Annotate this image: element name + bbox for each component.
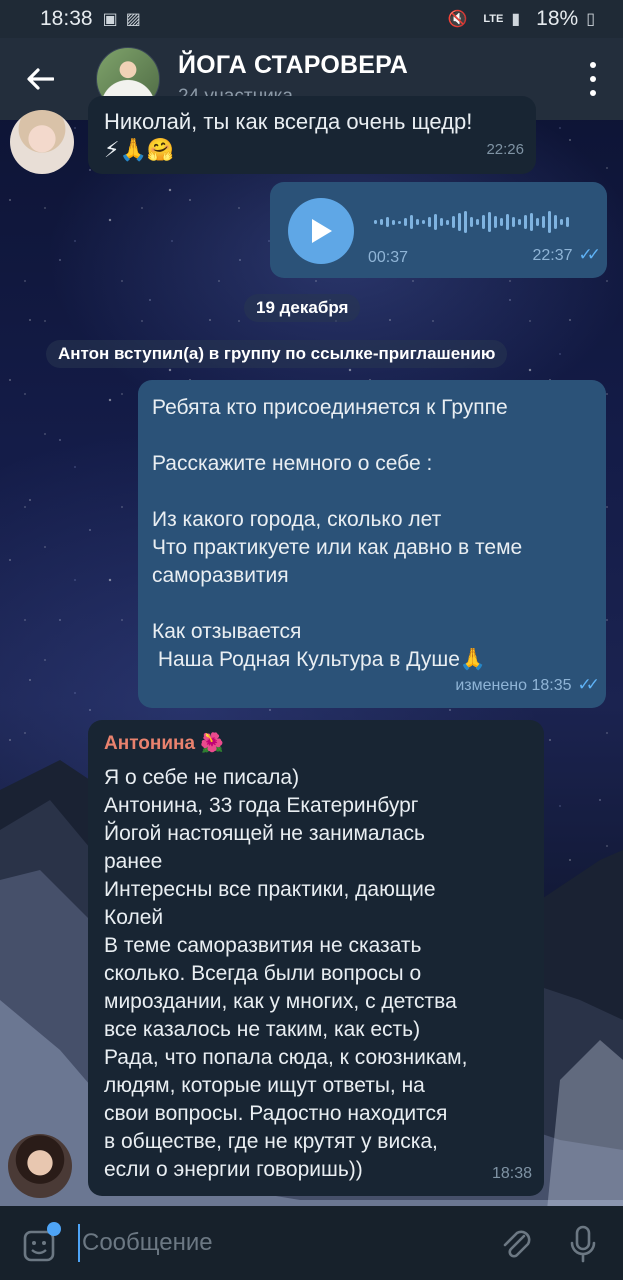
waveform-bar	[392, 219, 395, 225]
waveform-bar	[548, 211, 551, 233]
message-line: ранее	[104, 850, 163, 873]
message-line: мироздании, как у многих, с детства	[104, 990, 457, 1013]
waveform-bar	[560, 219, 563, 225]
waveform-bar	[464, 211, 467, 233]
waveform-bar	[470, 217, 473, 227]
message-text: Я о себе не писала) Антонина, 33 года Ека…	[104, 764, 532, 1184]
message-line: все казалось не таким, как есть)	[104, 1018, 421, 1041]
read-checks-icon: ✓✓	[577, 675, 600, 694]
waveform-bar	[428, 217, 431, 227]
message-line: Как отзывается	[152, 620, 302, 643]
waveform-bar	[482, 215, 485, 229]
message-text: Ребята кто присоединяется к Группе Расск…	[152, 394, 598, 674]
message-time-value: 22:37	[532, 247, 573, 264]
message-bubble[interactable]: Николай, ты как всегда очень щедр! ⚡🙏🤗 2…	[88, 96, 536, 174]
waveform-bar	[374, 220, 377, 224]
message-line: Колей	[104, 906, 164, 929]
waveform-bar	[530, 213, 533, 231]
message-line: Ребята кто присоединяется к Группе	[152, 396, 508, 419]
message-time: 18:38	[491, 1165, 532, 1182]
message-line: Я о себе не писала)	[104, 766, 300, 789]
waveform-bar	[536, 218, 539, 226]
waveform-bar	[422, 220, 425, 224]
gallery-icon: ▨	[125, 11, 141, 28]
attach-icon[interactable]	[500, 1226, 532, 1262]
message-line: Йогой настоящей не занималась	[104, 822, 425, 845]
waveform-bar	[488, 212, 491, 232]
waveform-bar	[398, 220, 401, 224]
message-emoji: ⚡🙏🤗	[104, 137, 175, 162]
chat-title: ЙОГА СТАРОВЕРА	[178, 50, 409, 79]
waveform-bar	[500, 218, 503, 226]
play-icon	[312, 219, 332, 243]
service-message: Антон вступил(а) в группу по ссылке-приг…	[46, 340, 508, 368]
message-time: 22:26	[486, 141, 524, 158]
play-button[interactable]	[288, 198, 354, 264]
battery-percent: 18%	[536, 7, 579, 30]
sender-name[interactable]: Антонина 🌺	[104, 730, 224, 758]
avatar[interactable]	[8, 1134, 72, 1198]
waveform-bar	[386, 217, 389, 227]
message-bubble[interactable]: Антонина 🌺 Я о себе не писала) Антонина, …	[88, 720, 544, 1196]
message-line: Наша Родная Культура в Душе🙏	[152, 648, 487, 671]
waveform-bar	[518, 219, 521, 225]
mute-icon: 🔇	[447, 11, 468, 28]
waveform-bar	[452, 216, 455, 228]
more-menu-button[interactable]	[585, 62, 601, 96]
microphone-icon[interactable]	[568, 1224, 598, 1264]
message-line: если о энергии говоришь))	[104, 1158, 363, 1181]
message-line: сколько. Всегда были вопросы о	[104, 962, 422, 985]
avatar[interactable]	[10, 110, 74, 174]
read-checks-icon: ✓✓	[578, 245, 601, 264]
waveform-bar	[404, 218, 407, 226]
status-bar: 18:38 ▣ ▨ 🔇 LTE ▮ 18% ▯	[0, 0, 623, 38]
message-bubble[interactable]: Ребята кто присоединяется к Группе Расск…	[138, 380, 606, 708]
message-line: Что практикуете или как давно в теме сам…	[152, 536, 523, 587]
back-button[interactable]	[0, 38, 80, 120]
message-line: в обществе, где не крутят у виска,	[104, 1130, 438, 1153]
status-time: 18:38	[40, 7, 93, 30]
battery-icon: ▯	[586, 11, 595, 28]
waveform-bar	[458, 213, 461, 231]
waveform-bar	[506, 214, 509, 230]
signal-icon: ▮	[511, 11, 521, 28]
voice-duration: 00:37	[368, 249, 409, 266]
network-type: LTE	[483, 13, 504, 25]
arrow-left-icon	[27, 68, 54, 90]
waveform-bar	[476, 219, 479, 225]
message-line: Рада, что попала сюда, к союзникам,	[104, 1046, 468, 1069]
message-line: свои вопросы. Радостно находится	[104, 1102, 448, 1125]
message-time-value: 18:35	[531, 677, 572, 694]
message-line: Расскажите немного о себе :	[152, 452, 433, 475]
voice-message[interactable]: 00:37 22:37 ✓✓	[270, 182, 607, 278]
message-line: людям, которые ищут ответы, на	[104, 1074, 425, 1097]
message-line: Из какого города, сколько лет	[152, 508, 442, 531]
message-input-bar: Сообщение	[0, 1206, 623, 1280]
notification-dot	[47, 1222, 61, 1236]
waveform-bar	[494, 216, 497, 228]
waveform-bar	[440, 218, 443, 226]
message-line: В теме саморазвития не сказать	[104, 934, 422, 957]
translate-icon: ▣	[102, 11, 118, 28]
waveform-bar	[410, 215, 413, 229]
waveform-bar	[434, 214, 437, 230]
waveform-bar	[566, 217, 569, 227]
message-time: изменено 18:35 ✓✓	[455, 671, 600, 700]
message-time: 22:37 ✓✓	[532, 241, 601, 270]
waveform-bar	[542, 216, 545, 228]
message-line: Антонина, 33 года Екатеринбург	[104, 794, 419, 817]
waveform-bar	[380, 219, 383, 225]
message-text: Николай, ты как всегда очень щедр!	[104, 109, 473, 134]
voice-waveform[interactable]	[374, 208, 569, 236]
date-separator: 19 декабря	[244, 294, 361, 322]
waveform-bar	[512, 217, 515, 227]
waveform-bar	[554, 215, 557, 229]
waveform-bar	[446, 219, 449, 225]
message-line: Интересны все практики, дающие	[104, 878, 436, 901]
waveform-bar	[416, 219, 419, 225]
waveform-bar	[524, 215, 527, 229]
message-input[interactable]: Сообщение	[78, 1224, 458, 1262]
edited-label: изменено	[455, 677, 527, 694]
